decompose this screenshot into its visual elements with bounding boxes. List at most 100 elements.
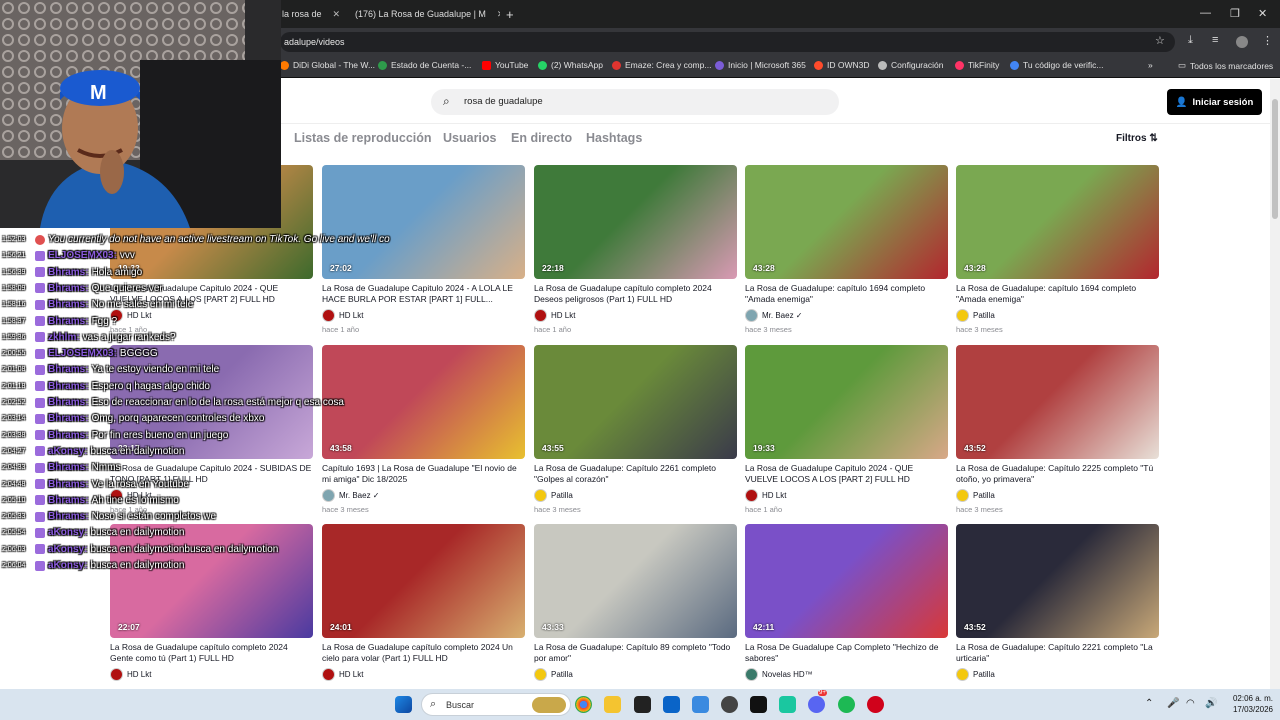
app-icon[interactable] [779,696,796,713]
taskbar-search[interactable]: ⌕ Buscar [421,693,571,716]
video-title[interactable]: La Rosa de Guadalupe: Capítulo 2221 comp… [956,642,1159,664]
video-author[interactable]: HD Lkt [322,309,363,322]
chevron-up-icon[interactable]: ⌃ [1145,698,1153,709]
taskbar-clock[interactable]: 02:06 a. m. 17/03/2026 [1225,693,1273,715]
wifi-icon[interactable]: ◠ [1186,698,1195,709]
video-thumbnail[interactable]: 43:52 [956,345,1159,459]
video-author[interactable]: Patilla [956,668,995,681]
video-author[interactable]: Mr. Baez ✓ [322,489,380,502]
network-app-icon[interactable] [692,696,709,713]
scrollbar-thumb[interactable] [1272,99,1278,219]
chat-text: Ah tine es lo mismo [91,494,179,506]
video-thumbnail[interactable]: 19:33 [745,345,948,459]
login-button[interactable]: 👤 Iniciar sesión [1167,89,1262,115]
video-thumbnail[interactable]: 43:52 [956,524,1159,638]
video-thumbnail[interactable]: 43:58 [322,345,525,459]
chat-message: 1:52:03 You currently do not have an acti… [2,234,390,245]
video-title[interactable]: La Rosa de Guadalupe: Capítulo 89 comple… [534,642,737,664]
download-icon[interactable]: ⤓ [1188,34,1193,47]
video-title[interactable]: La Rosa de Guadalupe: capítulo 1694 comp… [745,283,948,305]
windows-start-icon[interactable] [395,696,412,713]
video-thumbnail[interactable]: 42:11 [745,524,948,638]
browser-tab-1[interactable]: la rosa de ✕ [282,4,342,24]
video-duration: 27:02 [330,263,352,273]
video-thumbnail[interactable]: 43:55 [534,345,737,459]
url-field[interactable]: adalupe/videos [280,32,1175,52]
video-thumbnail[interactable]: 22:18 [534,165,737,279]
chat-badge-icon [35,413,45,424]
playlist-icon[interactable]: ≡ [1212,34,1218,46]
chat-timestamp: 2:04:27 [2,447,26,455]
video-thumbnail[interactable]: 24:01 [322,524,525,638]
video-duration: 43:28 [964,263,986,273]
video-title[interactable]: La Rosa de Guadalupe Capitulo 2024 - QUE… [745,463,948,485]
scrollbar[interactable] [1270,79,1280,689]
filters-button[interactable]: Filtros ⇅ [1116,133,1158,144]
bookmark-verificacion[interactable]: Tu código de verific... [1010,60,1103,70]
video-thumbnail[interactable]: 22:07 [110,524,313,638]
spotify-icon[interactable] [838,696,855,713]
tiktok-icon[interactable] [750,696,767,713]
bookmark-didi[interactable]: DiDi Global - The W... [280,60,375,70]
video-author[interactable]: Patilla [956,489,995,502]
video-author[interactable]: HD Lkt [534,309,575,322]
video-author[interactable]: HD Lkt [322,668,363,681]
chrome-icon[interactable] [575,696,592,713]
video-thumbnail[interactable]: 43:33 [534,524,737,638]
restore-icon[interactable]: ❐ [1230,7,1240,20]
discord-icon[interactable]: 9+ [808,690,827,713]
video-title[interactable]: Capítulo 1693 | La Rosa de Guadalupe "El… [322,463,525,485]
video-thumbnail[interactable]: 27:02 [322,165,525,279]
app-red-icon[interactable] [867,696,884,713]
all-bookmarks[interactable]: ▭ Todos los marcadores [1178,60,1273,71]
bookmark-youtube[interactable]: YouTube [482,60,528,70]
tab-users[interactable]: Usuarios [443,131,497,145]
video-author[interactable]: HD Lkt [745,489,786,502]
microphone-icon[interactable]: 🎤 [1167,698,1179,709]
close-icon[interactable]: ✕ [497,9,500,20]
video-author[interactable]: Patilla [534,489,573,502]
browser-tab-2[interactable]: (176) La Rosa de Guadalupe | M ✕ [350,4,500,24]
video-title[interactable]: La Rosa de Guadalupe: Capítulo 2225 comp… [956,463,1159,485]
video-thumbnail[interactable]: 43:28 [956,165,1159,279]
video-title[interactable]: La Rosa de Guadalupe: Capítulo 2261 comp… [534,463,737,485]
outlook-icon[interactable] [663,696,680,713]
bookmark-tikfinity[interactable]: TikFinity [955,60,999,70]
video-title[interactable]: La Rosa de Guadalupe capítulo completo 2… [534,283,737,305]
bookmark-whatsapp[interactable]: (2) WhatsApp [538,60,603,70]
bookmark-emaze[interactable]: Emaze: Crea y comp... [612,60,711,70]
file-explorer-icon[interactable] [604,696,621,713]
profile-avatar[interactable] [1236,36,1248,48]
video-author[interactable]: Patilla [956,309,995,322]
capcut-icon[interactable] [634,696,651,713]
tab-playlists[interactable]: Listas de reproducción [294,131,432,145]
new-tab-button[interactable]: + [506,4,514,24]
video-title[interactable]: La Rosa de Guadalupe: capítulo 1694 comp… [956,283,1159,305]
bookmark-microsoft365[interactable]: Inicio | Microsoft 365 [715,60,806,70]
bookmark-own3d[interactable]: ID OWN3D [814,60,870,70]
more-bookmarks-icon[interactable]: » [1148,60,1153,70]
star-icon[interactable]: ☆ [1155,34,1165,47]
menu-icon[interactable]: ⋮ [1262,34,1273,47]
video-author[interactable]: HD Lkt [110,668,151,681]
search-input[interactable]: rosa de guadalupe [464,96,543,107]
bookmark-estado[interactable]: Estado de Cuenta -... [378,60,471,70]
video-author[interactable]: Patilla [534,668,573,681]
avatar [956,309,969,322]
search-bar[interactable]: ⌕ rosa de guadalupe [431,89,839,115]
tab-live[interactable]: En directo [511,131,572,145]
video-title[interactable]: La Rosa De Guadalupe Cap Completo "Hechi… [745,642,948,664]
minimize-icon[interactable]: — [1200,7,1211,19]
video-thumbnail[interactable]: 43:28 [745,165,948,279]
tab-hashtags[interactable]: Hashtags [586,131,642,145]
obs-icon[interactable] [721,696,738,713]
bookmark-configuracion[interactable]: Configuración [878,60,943,70]
volume-icon[interactable]: 🔊 [1205,698,1217,709]
video-author[interactable]: Mr. Baez ✓ [745,309,803,322]
close-window-icon[interactable]: ✕ [1258,7,1267,20]
close-icon[interactable]: ✕ [333,9,341,20]
video-title[interactable]: La Rosa de Guadalupe Capitulo 2024 - A L… [322,283,525,305]
video-author[interactable]: Novelas HD™ [745,668,813,681]
video-title[interactable]: La Rosa de Guadalupe capítulo completo 2… [110,642,313,664]
video-title[interactable]: La Rosa de Guadalupe capítulo completo 2… [322,642,525,664]
